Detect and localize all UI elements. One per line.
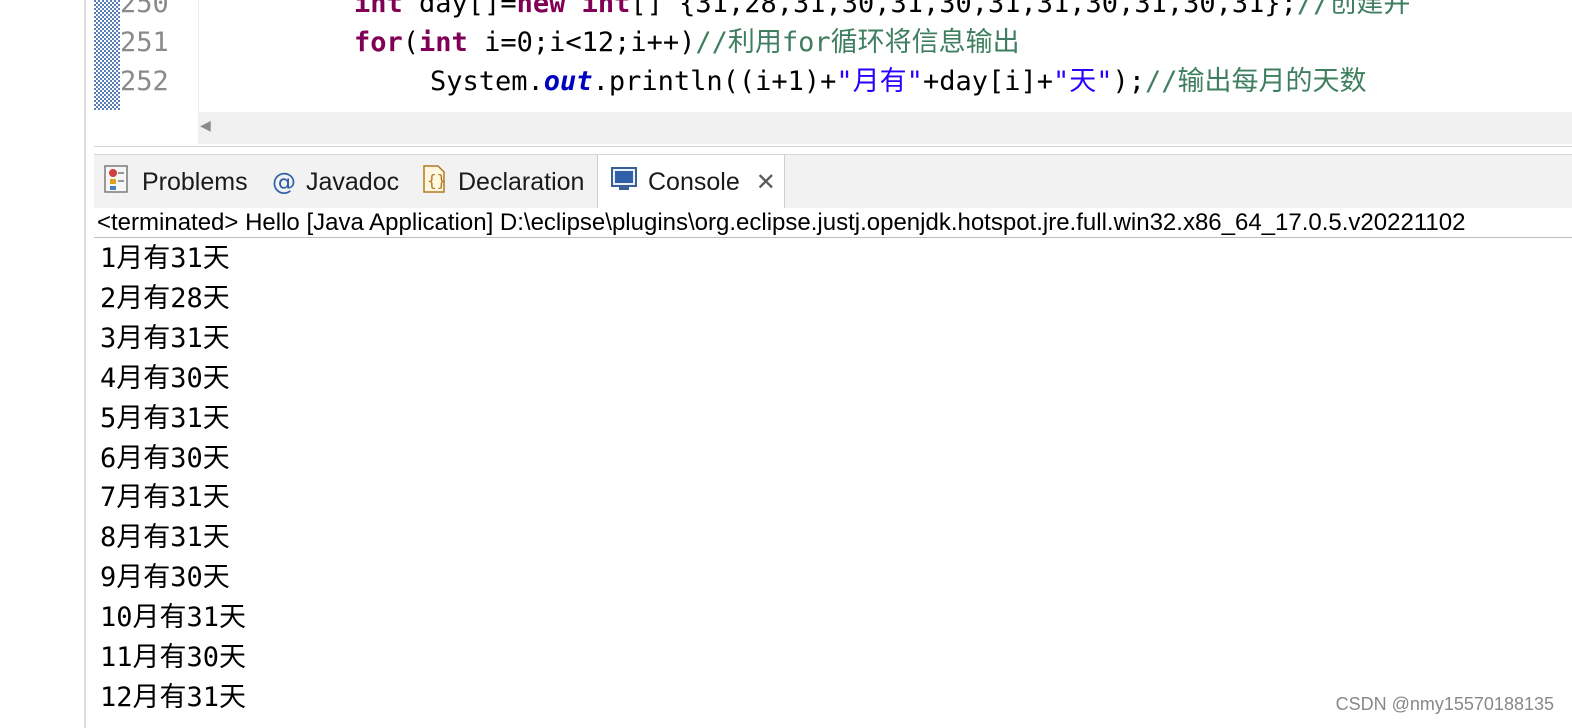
console-output-line: 2月有28天	[100, 282, 230, 314]
console-output[interactable]: 1月有31天 2月有28天 3月有31天 4月有30天 5月有31天 6月有30天 7月有3…	[94, 239, 1572, 728]
keyword: new	[516, 0, 566, 19]
code-text: .println((i+1)+	[592, 66, 837, 97]
code-text: [] {31,28,31,30,31,30,31,31,30,31,30,31}…	[630, 0, 1297, 19]
line-number: 251	[120, 27, 169, 58]
line-number: 252	[120, 66, 169, 97]
code-line-250[interactable]: int day[]=new int[] {31,28,31,30,31,30,3…	[354, 0, 1410, 24]
console-output-line: 4月有30天	[100, 362, 230, 394]
console-output-line: 5月有31天	[100, 402, 230, 434]
left-panel	[0, 0, 84, 728]
tab-label: Declaration	[458, 167, 585, 196]
problems-icon	[102, 164, 132, 201]
keyword: int	[354, 0, 403, 19]
console-output-line: 8月有31天	[100, 522, 230, 554]
horizontal-scrollbar[interactable]	[198, 112, 1572, 144]
tab-console[interactable]: Console ✕	[597, 155, 785, 209]
code-text: );	[1112, 66, 1146, 97]
tab-label: Javadoc	[306, 167, 400, 196]
line-number: 250	[120, 0, 169, 19]
keyword: int	[419, 27, 468, 58]
string-literal: "月有"	[836, 66, 923, 97]
code-comment: //输出每月的天数	[1145, 66, 1367, 97]
console-output-line: 11月有30天	[100, 642, 247, 673]
code-line-251[interactable]: for(int i=0;i<12;i++)//利用for循环将信息输出	[354, 23, 1020, 63]
change-ruler	[94, 0, 120, 110]
console-output-line: 3月有31天	[100, 322, 230, 354]
code-line-252[interactable]: System.out.println((i+1)+"月有"+day[i]+"天"…	[430, 62, 1367, 102]
tab-label: Problems	[142, 167, 248, 196]
console-output-line: 9月有30天	[100, 562, 230, 594]
console-output-line: 12月有31天	[100, 681, 247, 713]
tab-problems[interactable]: Problems	[102, 155, 248, 209]
console-process-label: <terminated> Hello [Java Application] D:…	[94, 208, 1572, 238]
tab-declaration[interactable]: {} Declaration	[420, 155, 584, 209]
code-text: i=0;i<12;i++)	[467, 27, 696, 58]
code-comment: //创建并	[1296, 0, 1411, 19]
code-text: +day[i]+	[922, 66, 1053, 97]
console-output-line: 1月有31天	[100, 243, 230, 274]
svg-text:{}: {}	[427, 171, 446, 190]
tab-javadoc[interactable]: @ Javadoc	[272, 155, 399, 209]
javadoc-icon: @	[272, 168, 296, 196]
console-output-line: 6月有30天	[100, 442, 230, 474]
keyword: int	[581, 0, 631, 19]
watermark: CSDN @nmy15570188135	[1335, 694, 1554, 714]
string-literal: "天"	[1052, 66, 1113, 97]
code-editor[interactable]: 250 251 252 int day[]=new int[] {31,28,3…	[94, 0, 1572, 147]
keyword: for	[354, 27, 403, 58]
left-panel-border	[84, 0, 86, 728]
view-tab-bar: Problems @ Javadoc {} Declaration Consol…	[94, 154, 1572, 209]
field-reference: out	[543, 66, 593, 97]
code-text: System.	[430, 66, 544, 97]
console-output-line: 10月有31天	[100, 602, 247, 634]
code-comment: //利用for循环将信息输出	[695, 27, 1020, 58]
close-icon[interactable]: ✕	[756, 168, 776, 196]
scroll-left-icon[interactable]: ◀	[200, 118, 211, 134]
code-text: day[]=	[402, 0, 517, 19]
console-icon	[610, 165, 638, 200]
console-output-line: 7月有31天	[100, 482, 230, 514]
declaration-icon: {}	[420, 164, 448, 201]
tab-label: Console	[648, 167, 740, 196]
code-text: (	[402, 27, 420, 58]
